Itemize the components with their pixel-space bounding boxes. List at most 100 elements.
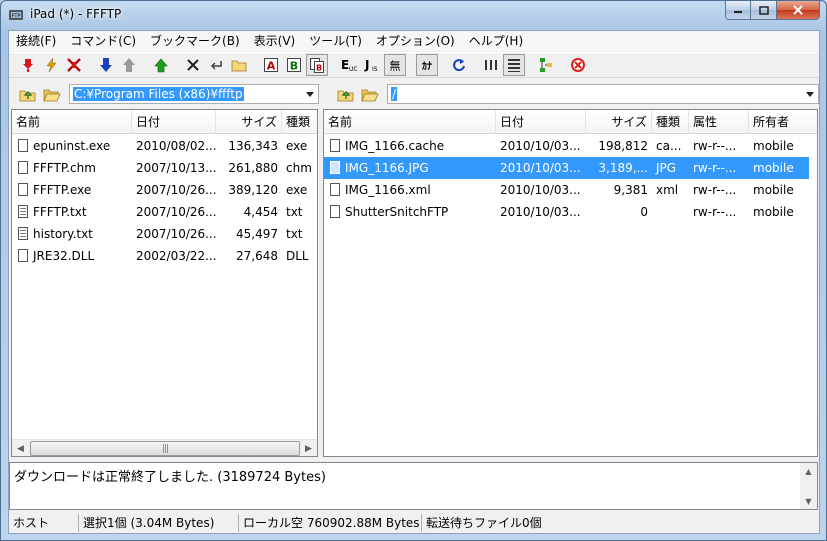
remote-col-owner[interactable]: 所有者: [749, 110, 817, 134]
file-row[interactable]: IMG_1166.xml 2010/10/03... 9,381 xml rw-r--.…: [324, 179, 809, 201]
scroll-left-icon[interactable]: ◀: [12, 440, 29, 456]
menu-command[interactable]: コマンド(C): [63, 31, 143, 51]
refresh-button[interactable]: [448, 54, 470, 76]
local-list-header: 名前 日付 サイズ 種類: [12, 110, 317, 134]
local-col-type[interactable]: 種類: [282, 110, 317, 134]
maximize-button[interactable]: [751, 1, 777, 20]
directory-sync-button[interactable]: [535, 54, 557, 76]
file-name: history.txt: [33, 227, 93, 241]
local-col-date[interactable]: 日付: [132, 110, 216, 134]
ascii-mode-button[interactable]: A: [260, 54, 282, 76]
delete-button[interactable]: [182, 54, 204, 76]
stop-button[interactable]: [567, 54, 589, 76]
file-date: 2002/03/22...: [136, 249, 216, 263]
detail-view-button[interactable]: [503, 54, 525, 76]
scroll-down-icon[interactable]: ▼: [800, 493, 817, 509]
rename-button[interactable]: [205, 54, 227, 76]
binary-mode-icon: B: [287, 58, 301, 73]
maximize-icon: [758, 5, 769, 15]
half-kana-button[interactable]: ｶﾅ: [416, 54, 438, 76]
svg-text:B: B: [316, 64, 322, 73]
file-type: exe: [286, 139, 308, 153]
quick-connect-button[interactable]: [40, 54, 62, 76]
svg-text:A: A: [267, 60, 276, 73]
remote-col-attr[interactable]: 属性: [689, 110, 749, 134]
mirror-upload-button[interactable]: [150, 54, 172, 76]
connect-button[interactable]: [17, 54, 39, 76]
remote-path-input[interactable]: /: [387, 84, 819, 104]
local-hscroll-thumb[interactable]: |||: [30, 441, 300, 456]
remote-parent-folder-button[interactable]: [335, 84, 357, 104]
file-row[interactable]: history.txt 2007/10/26... 45,497 txt: [12, 223, 317, 245]
download-button[interactable]: [95, 54, 117, 76]
log-panel[interactable]: ダウンロードは正常終了しました. (3189724 Bytes) ▲ ▼: [9, 462, 818, 510]
new-folder-button[interactable]: [228, 54, 250, 76]
file-date: 2010/08/02...: [136, 139, 216, 153]
menu-view[interactable]: 表示(V): [247, 31, 303, 51]
title-bar[interactable]: FTP iPad (*) - FFFTP: [1, 1, 826, 29]
local-parent-folder-button[interactable]: [17, 84, 39, 104]
menu-connect[interactable]: 接続(F): [9, 31, 63, 51]
upload-button[interactable]: [118, 54, 140, 76]
remote-col-type[interactable]: 種類: [652, 110, 689, 134]
no-kanji-convert-button[interactable]: 無: [384, 54, 406, 76]
local-path-input[interactable]: C:¥Program Files (x86)¥ffftp: [69, 84, 319, 104]
file-name: IMG_1166.cache: [345, 139, 445, 153]
file-icon: [18, 139, 28, 152]
remote-open-folder-button[interactable]: [359, 84, 381, 104]
file-type: DLL: [286, 249, 309, 263]
remote-col-name[interactable]: 名前: [324, 110, 496, 134]
file-icon: [18, 161, 28, 174]
binary-mode-button[interactable]: B: [283, 54, 305, 76]
ffftp-app-icon[interactable]: FTP: [8, 7, 24, 23]
local-file-list[interactable]: 名前 日付 サイズ 種類 epuninst.exe 2010/08/02... 13…: [11, 109, 318, 457]
local-path-dropdown[interactable]: [301, 85, 318, 103]
status-selection: 選択1個 (3.04M Bytes): [79, 514, 239, 532]
disconnect-button[interactable]: [63, 54, 85, 76]
list-view-button[interactable]: [480, 54, 502, 76]
file-row[interactable]: FFFTP.txt 2007/10/26... 4,454 txt: [12, 201, 317, 223]
file-row[interactable]: epuninst.exe 2010/08/02... 136,343 exe: [12, 135, 317, 157]
close-button[interactable]: [777, 1, 820, 20]
stop-icon: [571, 58, 585, 72]
file-size: 0: [640, 205, 648, 219]
menu-help[interactable]: ヘルプ(H): [462, 31, 530, 51]
jis-kanji-button[interactable]: J IS: [361, 54, 383, 76]
minimize-button[interactable]: [725, 1, 751, 20]
local-col-size[interactable]: サイズ: [216, 110, 282, 134]
file-name: epuninst.exe: [33, 139, 111, 153]
file-size: 9,381: [613, 183, 648, 197]
quick-connect-icon: [46, 57, 57, 73]
file-row[interactable]: ShutterSnitchFTP 2010/10/03... 0 rw-r--... m…: [324, 201, 809, 223]
remote-file-list[interactable]: 名前 日付 サイズ 種類 属性 所有者 IMG_1166.cache 2010/1…: [323, 109, 818, 457]
file-row[interactable]: IMG_1166.cache 2010/10/03... 198,812 ca... r…: [324, 135, 809, 157]
minimize-icon: [734, 11, 742, 13]
chevron-down-icon: [805, 91, 814, 97]
file-size: 389,120: [228, 183, 278, 197]
log-vscrollbar[interactable]: ▲ ▼: [800, 463, 817, 509]
remote-col-date[interactable]: 日付: [496, 110, 586, 134]
menu-options[interactable]: オプション(O): [369, 31, 462, 51]
open-folder-icon: [43, 89, 61, 102]
parent-folder-icon: [337, 90, 354, 102]
file-row[interactable]: FFFTP.chm 2007/10/13... 261,880 chm: [12, 157, 317, 179]
local-col-name[interactable]: 名前: [12, 110, 132, 134]
euc-kanji-button[interactable]: E UC: [338, 54, 360, 76]
connect-icon: [23, 59, 33, 72]
file-row[interactable]: JRE32.DLL 2002/03/22... 27,648 DLL: [12, 245, 317, 267]
remote-path-dropdown[interactable]: [801, 85, 818, 103]
local-hscrollbar[interactable]: ◀ ||| ▶: [12, 439, 317, 456]
file-date: 2010/10/03...: [500, 161, 581, 175]
file-name: JRE32.DLL: [33, 249, 95, 263]
svg-text:J: J: [364, 58, 369, 72]
remote-col-size[interactable]: サイズ: [586, 110, 652, 134]
scroll-up-icon[interactable]: ▲: [800, 463, 817, 479]
menu-bookmark[interactable]: ブックマーク(B): [143, 31, 247, 51]
status-host: ホスト: [9, 514, 79, 532]
file-row[interactable]: IMG_1166.JPG 2010/10/03... 3,189,... JPG rw-…: [324, 157, 809, 179]
menu-tools[interactable]: ツール(T): [302, 31, 369, 51]
auto-mode-button[interactable]: B: [306, 54, 328, 76]
local-open-folder-button[interactable]: [41, 84, 63, 104]
file-row[interactable]: FFFTP.exe 2007/10/26... 389,120 exe: [12, 179, 317, 201]
scroll-right-icon[interactable]: ▶: [300, 440, 317, 456]
